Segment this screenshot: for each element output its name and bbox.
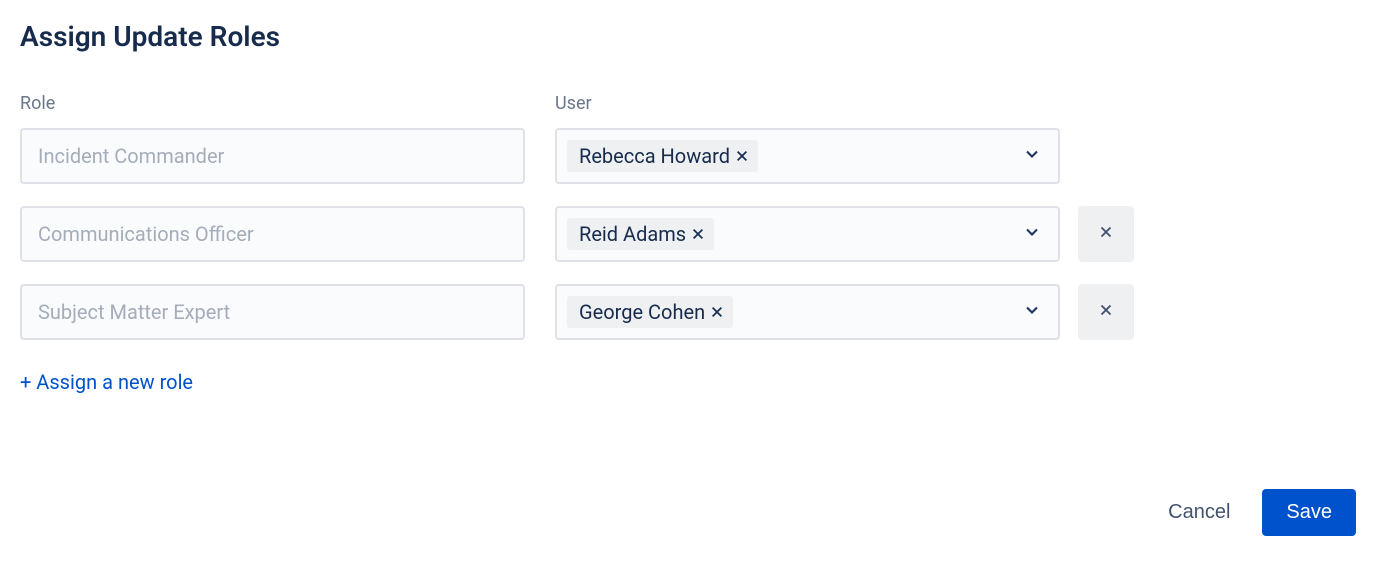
user-chip-name: Rebecca Howard [579,144,730,168]
role-field[interactable]: Incident Commander [20,128,525,184]
user-chip-name: Reid Adams [579,222,686,246]
role-row: Communications Officer Reid Adams [20,206,1356,262]
remove-user-icon[interactable] [736,146,748,167]
footer-actions: Cancel Save [20,489,1356,536]
chevron-down-icon [1022,222,1042,246]
role-row: Subject Matter Expert George Cohen [20,284,1356,340]
role-text: Incident Commander [38,144,224,168]
role-text: Communications Officer [38,222,254,246]
save-button[interactable]: Save [1262,489,1356,536]
remove-user-icon[interactable] [711,302,723,323]
role-row: Incident Commander Rebecca Howard [20,128,1356,184]
column-headers: Role User [20,93,1356,114]
user-chip-name: George Cohen [579,300,705,324]
header-user: User [555,93,592,114]
chevron-down-icon [1022,144,1042,168]
user-chip: Reid Adams [567,218,714,250]
close-icon [1097,301,1115,323]
remove-user-icon[interactable] [692,224,704,245]
close-icon [1097,223,1115,245]
user-select[interactable]: George Cohen [555,284,1060,340]
delete-row-button[interactable] [1078,284,1134,340]
role-text: Subject Matter Expert [38,300,230,324]
cancel-button[interactable]: Cancel [1168,501,1230,524]
page-title: Assign Update Roles [20,20,1356,53]
role-field[interactable]: Communications Officer [20,206,525,262]
role-field[interactable]: Subject Matter Expert [20,284,525,340]
user-chip: George Cohen [567,296,733,328]
assign-new-role-link[interactable]: + Assign a new role [20,370,193,394]
user-select[interactable]: Reid Adams [555,206,1060,262]
delete-row-button[interactable] [1078,206,1134,262]
header-role: Role [20,93,555,114]
user-select[interactable]: Rebecca Howard [555,128,1060,184]
user-chip: Rebecca Howard [567,140,758,172]
chevron-down-icon [1022,300,1042,324]
